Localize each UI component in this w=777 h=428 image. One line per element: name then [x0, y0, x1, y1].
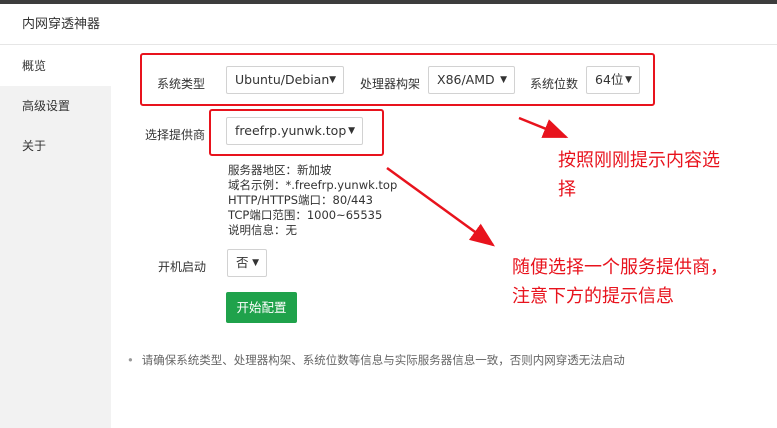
sidebar-item-about[interactable]: 关于	[0, 126, 111, 166]
provider-info-region: 服务器地区：新加坡	[228, 163, 332, 177]
provider-info-http-ports: HTTP/HTTPS端口：80/443	[228, 193, 373, 207]
sidebar-item-advanced-settings[interactable]: 高级设置	[0, 86, 111, 126]
annotation-top-line1: 按照刚刚提示内容选	[558, 150, 720, 171]
annotation-bottom-line2: 注意下方的提示信息	[512, 286, 674, 307]
annotation-top-note: 按照刚刚提示内容选 择	[558, 146, 720, 204]
sidebar-item-overview[interactable]: 概览	[0, 46, 111, 86]
bullet-icon: •	[127, 353, 134, 367]
annotation-top-line2: 择	[558, 179, 576, 200]
annotation-box-system	[140, 53, 655, 106]
autostart-label: 开机启动	[158, 260, 207, 274]
provider-info-description: 说明信息：无	[228, 223, 297, 237]
provider-info-tcp-range: TCP端口范围：1000~65535	[228, 208, 383, 222]
autostart-select[interactable]: 否 ▼	[227, 249, 267, 277]
notice-message: 请确保系统类型、处理器构架、系统位数等信息与实际服务器信息一致，否则内网穿透无法…	[141, 353, 625, 367]
start-config-button[interactable]: 开始配置	[226, 292, 297, 323]
provider-info-domain: 域名示例：*.freefrp.yunwk.top	[228, 178, 398, 192]
autostart-value: 否	[236, 255, 249, 270]
annotation-bottom-line1: 随便选择一个服务提供商，	[512, 257, 728, 278]
chevron-down-icon: ▼	[252, 258, 259, 268]
annotation-box-provider	[209, 109, 384, 156]
sidebar: 概览 高级设置 关于	[0, 46, 111, 428]
window-title: 内网穿透神器	[0, 4, 777, 45]
provider-label: 选择提供商	[145, 128, 206, 142]
notice-text: • 请确保系统类型、处理器构架、系统位数等信息与实际服务器信息一致，否则内网穿透无…	[127, 352, 625, 368]
provider-info: 服务器地区：新加坡 域名示例：*.freefrp.yunwk.top HTTP/…	[228, 163, 397, 238]
annotation-bottom-note: 随便选择一个服务提供商， 注意下方的提示信息	[512, 253, 728, 311]
